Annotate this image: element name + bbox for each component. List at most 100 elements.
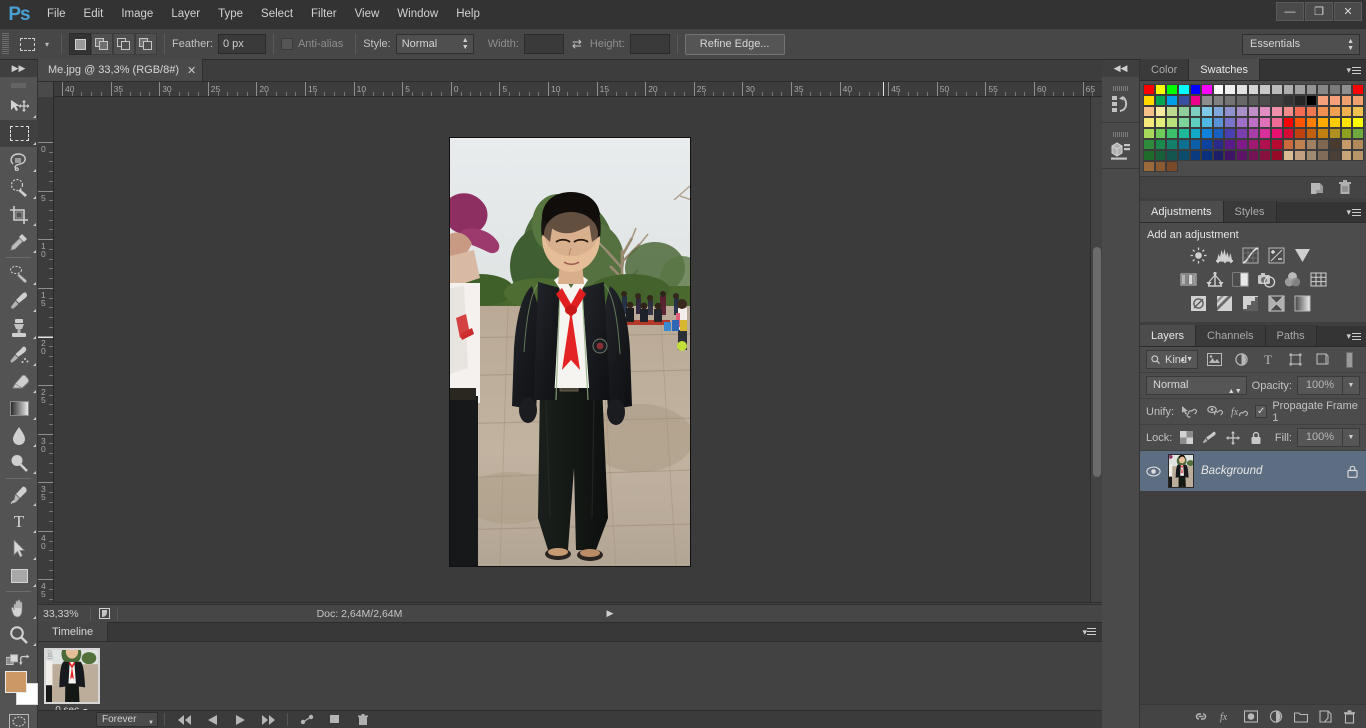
color-swatch[interactable] bbox=[1166, 128, 1178, 139]
dodge-tool[interactable] bbox=[0, 449, 38, 476]
menu-file[interactable]: File bbox=[38, 0, 75, 29]
color-swatch[interactable] bbox=[1166, 106, 1178, 117]
tab-layers[interactable]: Layers bbox=[1140, 325, 1197, 346]
layer-name[interactable]: Background bbox=[1201, 465, 1340, 477]
color-swatch[interactable] bbox=[1259, 106, 1271, 117]
color-swatch[interactable] bbox=[1154, 117, 1167, 128]
new-layer-icon[interactable] bbox=[1319, 710, 1332, 723]
color-swatch[interactable] bbox=[1143, 139, 1155, 150]
color-swatch[interactable] bbox=[1305, 117, 1318, 128]
color-swatch[interactable] bbox=[1270, 117, 1283, 128]
new-selection-button[interactable] bbox=[69, 33, 91, 55]
color-swatch[interactable] bbox=[1340, 106, 1353, 117]
properties-panel-button[interactable] bbox=[1102, 123, 1139, 169]
menu-layer[interactable]: Layer bbox=[162, 0, 209, 29]
brightness-contrast-icon[interactable] bbox=[1188, 245, 1209, 266]
canvas-area[interactable] bbox=[54, 97, 1102, 602]
color-swatch[interactable] bbox=[1201, 95, 1213, 106]
color-swatch[interactable] bbox=[1259, 95, 1271, 106]
color-swatch[interactable] bbox=[1340, 150, 1353, 161]
color-swatch[interactable] bbox=[1143, 95, 1155, 106]
tab-paths[interactable]: Paths bbox=[1265, 325, 1317, 346]
color-swatch[interactable] bbox=[1259, 117, 1271, 128]
color-swatch[interactable] bbox=[1317, 128, 1330, 139]
new-fill-adjustment-icon[interactable] bbox=[1269, 710, 1283, 723]
style-select[interactable]: Normal ▲ ▼ bbox=[395, 34, 474, 54]
layer-style-icon[interactable]: fx bbox=[1219, 710, 1233, 723]
crop-tool[interactable] bbox=[0, 201, 38, 228]
color-swatch[interactable] bbox=[1340, 95, 1353, 106]
spot-healing-brush-tool[interactable] bbox=[0, 260, 38, 287]
black-white-icon[interactable] bbox=[1230, 269, 1251, 290]
color-swatch[interactable] bbox=[1270, 95, 1283, 106]
adjustment-filter-icon[interactable] bbox=[1230, 350, 1252, 369]
photo-filter-icon[interactable] bbox=[1256, 269, 1277, 290]
color-swatch[interactable] bbox=[1317, 84, 1330, 95]
tab-color[interactable]: Color bbox=[1140, 59, 1190, 80]
active-tool-icon[interactable] bbox=[14, 32, 40, 56]
quick-mask-toggle[interactable] bbox=[0, 709, 38, 728]
play-animation-button[interactable] bbox=[227, 712, 253, 728]
refine-edge-button[interactable]: Refine Edge... bbox=[684, 33, 785, 55]
color-swatch[interactable] bbox=[1189, 128, 1202, 139]
color-swatch[interactable] bbox=[1294, 84, 1306, 95]
blend-mode-select[interactable]: Normal ▲▼ bbox=[1146, 376, 1247, 395]
color-swatch[interactable] bbox=[1236, 117, 1248, 128]
color-swatch[interactable] bbox=[1224, 84, 1237, 95]
tab-swatches[interactable]: Swatches bbox=[1189, 59, 1260, 80]
color-swatch[interactable] bbox=[1166, 84, 1178, 95]
color-swatch[interactable] bbox=[1143, 117, 1155, 128]
timeline-panel-menu-icon[interactable]: ▾ bbox=[1082, 627, 1096, 638]
delete-layer-icon[interactable] bbox=[1343, 709, 1356, 724]
rectangular-marquee-tool[interactable] bbox=[0, 120, 38, 147]
hue-saturation-icon[interactable] bbox=[1178, 269, 1199, 290]
anti-alias-checkbox[interactable] bbox=[280, 38, 293, 50]
menu-edit[interactable]: Edit bbox=[75, 0, 113, 29]
color-swatch[interactable] bbox=[1305, 128, 1318, 139]
color-swatch[interactable] bbox=[1224, 95, 1237, 106]
menu-filter[interactable]: Filter bbox=[302, 0, 346, 29]
type-filter-icon[interactable]: T bbox=[1257, 350, 1279, 369]
color-swatch[interactable] bbox=[1352, 139, 1364, 150]
color-swatch[interactable] bbox=[1259, 128, 1271, 139]
threshold-icon[interactable] bbox=[1240, 293, 1261, 314]
swatch-grid[interactable] bbox=[1140, 81, 1366, 172]
menu-window[interactable]: Window bbox=[388, 0, 447, 29]
status-expand-arrow-icon[interactable]: ▶ bbox=[601, 608, 619, 619]
color-swatch[interactable] bbox=[1189, 106, 1202, 117]
curves-icon[interactable] bbox=[1240, 245, 1261, 266]
color-swatch[interactable] bbox=[1154, 139, 1167, 150]
levels-icon[interactable] bbox=[1214, 245, 1235, 266]
color-swatch[interactable] bbox=[1177, 139, 1190, 150]
opacity-value[interactable]: 100% bbox=[1297, 376, 1343, 395]
select-previous-frame-button[interactable] bbox=[199, 712, 225, 728]
close-button[interactable]: ✕ bbox=[1334, 2, 1362, 21]
color-swatch[interactable] bbox=[1329, 106, 1341, 117]
lock-icon[interactable] bbox=[1347, 465, 1358, 478]
color-swatch[interactable] bbox=[1247, 150, 1260, 161]
delete-swatch-icon[interactable] bbox=[1338, 180, 1352, 195]
color-swatch[interactable] bbox=[1154, 95, 1167, 106]
menu-select[interactable]: Select bbox=[252, 0, 302, 29]
unify-visibility-icon[interactable] bbox=[1204, 402, 1224, 421]
default-colors-icon[interactable] bbox=[6, 654, 19, 667]
lock-all-icon[interactable] bbox=[1247, 428, 1265, 447]
color-swatch[interactable] bbox=[1282, 106, 1295, 117]
path-selection-tool[interactable] bbox=[0, 535, 38, 562]
horizontal-ruler[interactable]: 40 35 30 25 20 15 10 5 0 5 10 15 20 25 30 35 40 45 50 55 60 6… bbox=[38, 82, 1102, 97]
color-swatch[interactable] bbox=[1294, 150, 1306, 161]
color-swatch[interactable] bbox=[1212, 128, 1225, 139]
color-swatch[interactable] bbox=[1166, 117, 1178, 128]
loop-option-select[interactable]: Forever ▼ bbox=[96, 712, 158, 727]
clone-stamp-tool[interactable] bbox=[0, 314, 38, 341]
invert-icon[interactable] bbox=[1188, 293, 1209, 314]
color-swatch[interactable] bbox=[1282, 95, 1295, 106]
layer-mask-icon[interactable] bbox=[1244, 710, 1258, 723]
close-document-icon[interactable]: ✕ bbox=[187, 64, 196, 77]
color-swatch[interactable] bbox=[1270, 84, 1283, 95]
color-swatch[interactable] bbox=[1259, 84, 1271, 95]
tab-channels[interactable]: Channels bbox=[1196, 325, 1266, 346]
color-panel-menu-icon[interactable]: ▾ bbox=[1346, 65, 1361, 76]
swap-width-height-icon[interactable]: ⇄ bbox=[564, 37, 590, 51]
unify-position-icon[interactable] bbox=[1179, 402, 1199, 421]
